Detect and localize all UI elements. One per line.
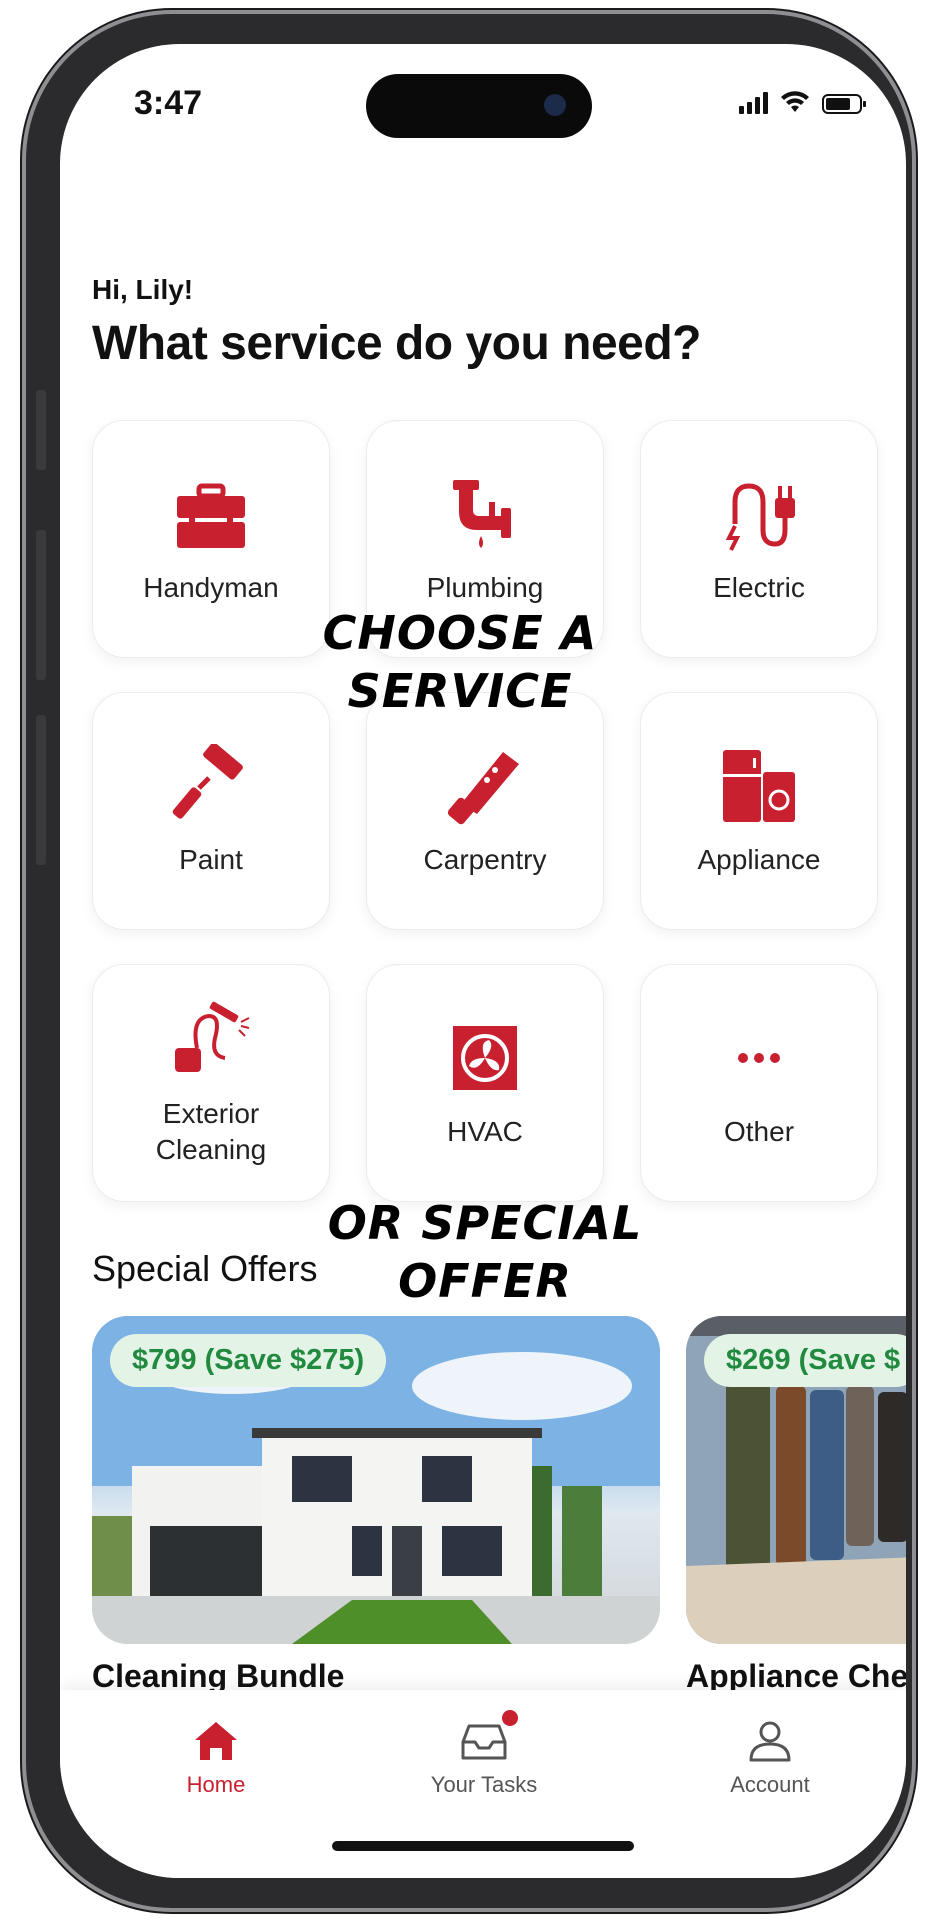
inbox-icon: [461, 1724, 507, 1760]
fan-icon: [453, 1026, 517, 1090]
mute-switch: [36, 390, 46, 470]
tab-label: Home: [186, 1772, 246, 1797]
tab-account[interactable]: Account: [670, 1716, 870, 1798]
service-tile-appliance[interactable]: Appliance: [640, 692, 878, 930]
home-indicator: [332, 1841, 634, 1851]
offer-price-badge: $269 (Save $: [704, 1334, 906, 1387]
app-screen: 3:47 Hi, Lily! What service do you need?…: [60, 44, 906, 1878]
service-label: Plumbing: [426, 572, 544, 603]
appliance-icon: [723, 750, 795, 822]
special-offers-heading: Special Offers: [92, 1248, 318, 1289]
service-label: Carpentry: [423, 844, 547, 875]
service-tile-handyman[interactable]: Handyman: [92, 420, 330, 658]
service-label: Appliance: [697, 844, 821, 875]
service-tile-electric[interactable]: Electric: [640, 420, 878, 658]
home-icon: [195, 1722, 237, 1760]
service-label: Other: [723, 1116, 795, 1147]
status-time: 3:47: [134, 84, 203, 122]
service-label: Handyman: [143, 572, 279, 603]
offer-card-appliance-check[interactable]: $269 (Save $: [686, 1316, 906, 1644]
volume-down-button: [36, 715, 46, 865]
status-icons: [739, 90, 866, 114]
offer-card-cleaning-bundle[interactable]: $799 (Save $275): [92, 1316, 660, 1644]
page-title: What service do you need?: [92, 317, 701, 370]
service-label: Exterior Cleaning: [155, 1098, 267, 1165]
volume-up-button: [36, 530, 46, 680]
plug-icon: [725, 483, 795, 551]
service-tile-carpentry[interactable]: Carpentry: [366, 692, 604, 930]
tab-your-tasks[interactable]: Your Tasks: [384, 1716, 584, 1798]
tab-label: Account: [730, 1772, 810, 1797]
notification-badge: [502, 1710, 518, 1726]
wifi-icon: [781, 91, 809, 112]
service-tile-exterior-cleaning[interactable]: Exterior Cleaning: [92, 964, 330, 1202]
annotation-special-offer: OR SPECIAL OFFER: [327, 1196, 643, 1308]
service-label: Paint: [179, 844, 243, 875]
paint-roller-icon: [172, 744, 243, 819]
toolbox-icon: [177, 483, 245, 548]
faucet-icon: [453, 480, 511, 548]
service-label: HVAC: [447, 1116, 523, 1147]
tab-home[interactable]: Home: [116, 1716, 316, 1798]
service-tile-hvac[interactable]: HVAC: [366, 964, 604, 1202]
greeting: Hi, Lily!: [92, 274, 194, 305]
battery-icon: [822, 94, 866, 114]
user-icon: [749, 1721, 791, 1762]
dynamic-island: [366, 74, 592, 138]
tab-label: Your Tasks: [430, 1772, 538, 1797]
annotation-choose-service: CHOOSE A SERVICE: [322, 606, 598, 718]
service-tile-other[interactable]: Other: [640, 964, 878, 1202]
service-label: Electric: [713, 572, 805, 603]
camera-icon: [544, 94, 566, 116]
service-tile-paint[interactable]: Paint: [92, 692, 330, 930]
offer-price-badge: $799 (Save $275): [110, 1334, 387, 1387]
cellular-signal-icon: [739, 92, 768, 114]
saw-icon: [447, 752, 519, 825]
more-dots-icon: [738, 1053, 780, 1063]
pressure-washer-icon: [175, 1001, 250, 1072]
